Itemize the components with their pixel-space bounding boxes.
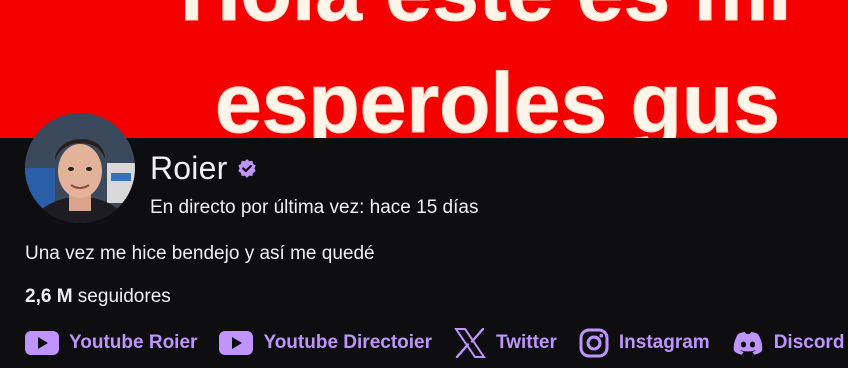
banner-line-1: Hola este es mi	[180, 0, 792, 38]
banner-line-2: esperoles gus	[215, 56, 780, 138]
avatar-photo	[25, 113, 135, 223]
profile-banner: Hola este es mi esperoles gus	[0, 0, 848, 138]
social-links: Youtube Roier Youtube Directoier Twitter…	[25, 326, 844, 360]
link-label: Twitter	[496, 332, 557, 353]
followers-count: 2,6 M seguidores	[25, 286, 171, 308]
link-label: Discord	[773, 332, 845, 353]
youtube-icon	[219, 331, 254, 355]
youtube-icon	[25, 331, 59, 355]
link-label: Instagram	[618, 332, 710, 353]
verified-badge-icon	[238, 159, 257, 178]
followers-number: 2,6 M	[25, 286, 73, 307]
banner-text: Hola este es mi esperoles gus	[180, 0, 793, 138]
channel-name-row: Roier	[150, 148, 257, 188]
avatar[interactable]	[25, 113, 135, 223]
discord-icon	[733, 332, 762, 355]
last-live-status: En directo por última vez: hace 15 días	[150, 197, 479, 218]
channel-bio: Una vez me hice bendejo y así me quedé	[25, 243, 375, 264]
channel-name[interactable]: Roier	[150, 150, 227, 187]
x-icon	[454, 328, 486, 358]
link-youtube-roier[interactable]: Youtube Roier	[25, 331, 197, 355]
link-label: Youtube Roier	[69, 332, 198, 353]
link-instagram[interactable]: Instagram	[579, 328, 710, 358]
followers-label: seguidores	[72, 286, 171, 307]
link-label: Youtube Directoier	[263, 332, 432, 353]
link-discord[interactable]: Discord	[732, 331, 845, 355]
link-twitter[interactable]: Twitter	[454, 328, 557, 358]
link-youtube-directoier[interactable]: Youtube Directoier	[219, 331, 432, 355]
instagram-icon	[579, 328, 609, 358]
